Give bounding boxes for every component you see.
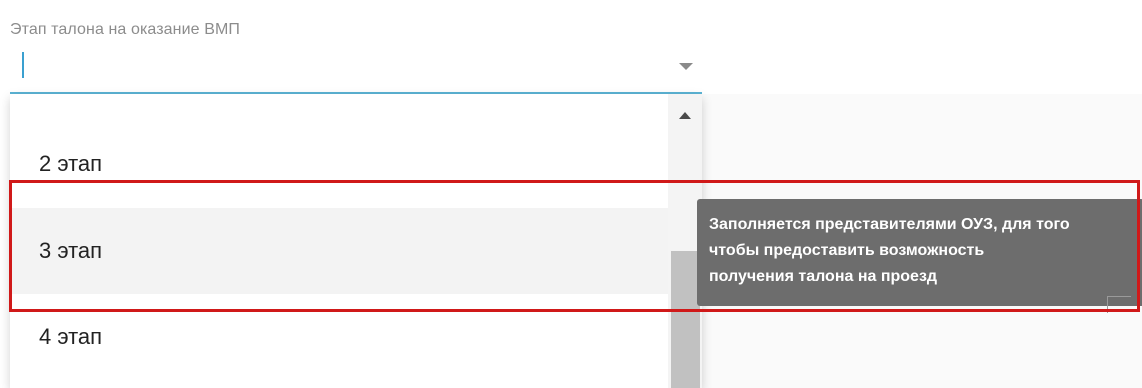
option-label: 4 этап xyxy=(39,324,103,349)
option-2-stage[interactable]: 2 этап xyxy=(10,121,668,207)
tooltip-line: Заполняется представителями ОУЗ, для тог… xyxy=(709,216,1070,233)
tooltip-line: получения талона на проезд xyxy=(709,268,938,285)
scrollbar-thumb[interactable] xyxy=(671,251,700,388)
text-cursor xyxy=(22,52,24,78)
option-4-stage[interactable]: 4 этап xyxy=(10,294,668,380)
scroll-up-arrow-icon[interactable] xyxy=(679,112,691,119)
tooltip: Заполняется представителями ОУЗ, для тог… xyxy=(697,199,1142,306)
option-3-stage[interactable]: 3 этап xyxy=(10,208,668,294)
option-label: 3 этап xyxy=(39,238,103,263)
form-page: Этап талона на оказание ВМП 2 этап 3 эта… xyxy=(0,0,1142,388)
field-label: Этап талона на оказание ВМП xyxy=(10,21,240,38)
dropdown-list: 2 этап 3 этап 4 этап xyxy=(10,94,702,388)
stage-select-input[interactable] xyxy=(10,50,702,94)
tooltip-line: чтобы предоставить возможность xyxy=(709,242,985,259)
chevron-down-icon[interactable] xyxy=(679,63,693,70)
partial-element-edge xyxy=(1107,296,1131,313)
option-label: 2 этап xyxy=(39,151,103,176)
